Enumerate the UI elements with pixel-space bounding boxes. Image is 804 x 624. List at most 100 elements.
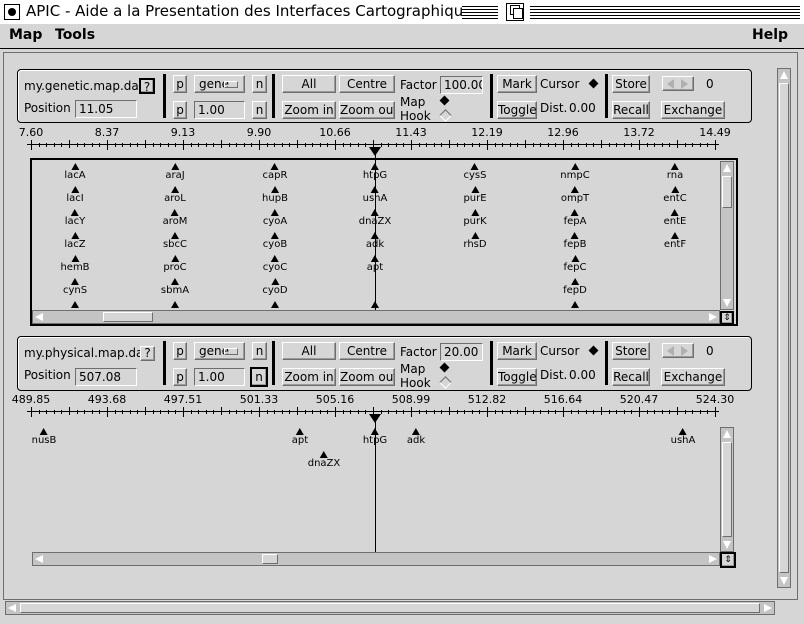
gene-marker[interactable]: ushA [671, 428, 695, 446]
window-menu-icon[interactable] [4, 4, 20, 20]
gene-marker[interactable]: fepA [564, 209, 586, 227]
physical-resize-icon[interactable]: ⇕ [720, 552, 736, 568]
physical-step-field[interactable]: 1.00 [194, 368, 245, 386]
gene-marker[interactable]: lacY [65, 209, 85, 227]
genetic-next-step-button[interactable]: n [252, 101, 267, 119]
genetic-vertical-scrollbar[interactable] [720, 161, 734, 310]
genetic-centre-button[interactable]: Centre [339, 75, 395, 93]
menu-tools[interactable]: Tools [55, 27, 95, 43]
genetic-resize-icon[interactable]: ⇕ [720, 311, 734, 325]
physical-cursor-marker[interactable] [369, 414, 381, 423]
gene-marker[interactable]: entC [663, 186, 687, 204]
genetic-store-button[interactable]: Store [612, 75, 650, 93]
main-horizontal-scrollbar[interactable] [5, 601, 775, 615]
genetic-stepper[interactable] [662, 76, 694, 91]
gene-marker[interactable]: nmpC [560, 163, 590, 181]
gene-marker[interactable]: entE [664, 209, 686, 227]
gene-marker[interactable]: rna [667, 163, 683, 181]
genetic-all-button[interactable]: All [282, 75, 336, 93]
gene-marker[interactable]: lacA [64, 163, 86, 181]
physical-type-select[interactable]: gene [194, 342, 245, 360]
genetic-vertical-thumb[interactable] [722, 176, 732, 208]
gene-marker[interactable]: dnaZX [308, 451, 340, 469]
physical-next-button[interactable]: n [252, 342, 267, 360]
physical-prev-step-button[interactable]: p [173, 368, 187, 386]
gene-marker[interactable]: fepB [564, 232, 586, 250]
maximize-icon[interactable] [506, 3, 524, 21]
main-horizontal-thumb[interactable] [20, 603, 760, 613]
physical-vertical-thumb[interactable] [722, 442, 732, 537]
gene-marker[interactable]: hemB [60, 255, 90, 273]
gene-marker[interactable] [71, 301, 79, 308]
gene-marker[interactable]: adk [407, 428, 425, 446]
genetic-horizontal-scrollbar[interactable] [32, 310, 720, 324]
gene-marker[interactable]: lacI [66, 186, 84, 204]
physical-centre-button[interactable]: Centre [339, 342, 395, 360]
physical-recall-button[interactable]: Recall [612, 368, 650, 386]
gene-marker[interactable]: cyoB [263, 232, 287, 250]
physical-all-button[interactable]: All [282, 342, 336, 360]
menu-map[interactable]: Map [9, 27, 42, 43]
gene-marker[interactable] [571, 301, 579, 308]
gene-marker[interactable]: araJ [165, 163, 185, 181]
physical-zoom-in-button[interactable]: Zoom in [282, 368, 336, 386]
physical-zoom-out-button[interactable]: Zoom out [339, 368, 395, 386]
gene-marker[interactable]: aroL [164, 186, 186, 204]
gene-marker[interactable]: nusB [32, 428, 56, 446]
physical-mark-button[interactable]: Mark [497, 342, 537, 360]
genetic-step-field[interactable]: 1.00 [194, 101, 245, 119]
arrow-left-icon[interactable] [667, 79, 674, 89]
gene-marker[interactable]: apt [292, 428, 308, 446]
genetic-toggle-button[interactable]: Toggle [497, 101, 537, 119]
genetic-mark-button[interactable]: Mark [497, 75, 537, 93]
gene-marker[interactable]: rhsD [463, 232, 487, 250]
gene-marker[interactable]: purK [463, 209, 487, 227]
gene-marker[interactable]: cyoD [262, 278, 288, 296]
physical-horizontal-thumb[interactable] [262, 554, 278, 564]
gene-marker[interactable]: fepD [563, 278, 587, 296]
genetic-zoom-out-button[interactable]: Zoom out [339, 101, 395, 119]
arrow-right-icon[interactable] [681, 346, 688, 356]
gene-marker[interactable]: sbcC [163, 232, 187, 250]
genetic-factor-field[interactable]: 100.00 [440, 76, 483, 94]
genetic-cursor-marker[interactable] [369, 147, 381, 156]
gene-marker[interactable]: lacZ [64, 232, 86, 250]
gene-marker[interactable]: cynS [63, 278, 87, 296]
physical-store-button[interactable]: Store [612, 342, 650, 360]
genetic-exchange-button[interactable]: Exchange [661, 101, 725, 119]
physical-position-field[interactable]: 507.08 [75, 368, 137, 386]
physical-prev-button[interactable]: p [173, 342, 187, 360]
gene-marker[interactable]: aroM [163, 209, 187, 227]
genetic-zoom-in-button[interactable]: Zoom in [282, 101, 336, 119]
gene-marker[interactable]: sbmA [161, 278, 189, 296]
gene-marker[interactable]: ompT [561, 186, 589, 204]
gene-marker[interactable]: fepC [563, 255, 587, 273]
genetic-type-select[interactable]: gene [194, 75, 245, 93]
physical-toggle-button[interactable]: Toggle [497, 368, 537, 386]
gene-marker[interactable]: cyoC [263, 255, 287, 273]
genetic-recall-button[interactable]: Recall [612, 101, 650, 119]
gene-marker[interactable]: proC [163, 255, 187, 273]
gene-marker[interactable]: hupB [262, 186, 288, 204]
physical-next-step-button[interactable]: n [250, 367, 268, 387]
genetic-position-field[interactable]: 11.05 [75, 100, 137, 118]
genetic-prev-step-button[interactable]: p [173, 101, 187, 119]
physical-exchange-button[interactable]: Exchange [661, 368, 725, 386]
gene-marker[interactable] [171, 301, 179, 308]
physical-factor-field[interactable]: 20.00 [440, 343, 483, 361]
gene-marker[interactable] [271, 301, 279, 308]
arrow-left-icon[interactable] [667, 346, 674, 356]
gene-marker[interactable]: entF [664, 232, 686, 250]
gene-marker[interactable]: purE [463, 186, 487, 204]
genetic-help-button[interactable]: ? [139, 78, 155, 94]
genetic-horizontal-thumb[interactable] [103, 312, 153, 322]
physical-help-button[interactable]: ? [140, 346, 155, 361]
gene-marker[interactable]: capR [263, 163, 287, 181]
gene-marker[interactable]: cysS [464, 163, 486, 181]
physical-horizontal-scrollbar[interactable] [32, 552, 720, 566]
genetic-prev-button[interactable]: p [173, 75, 187, 93]
arrow-right-icon[interactable] [681, 79, 688, 89]
menu-help[interactable]: Help [752, 27, 788, 43]
genetic-next-button[interactable]: n [252, 75, 267, 93]
physical-vertical-scrollbar[interactable] [720, 427, 734, 552]
